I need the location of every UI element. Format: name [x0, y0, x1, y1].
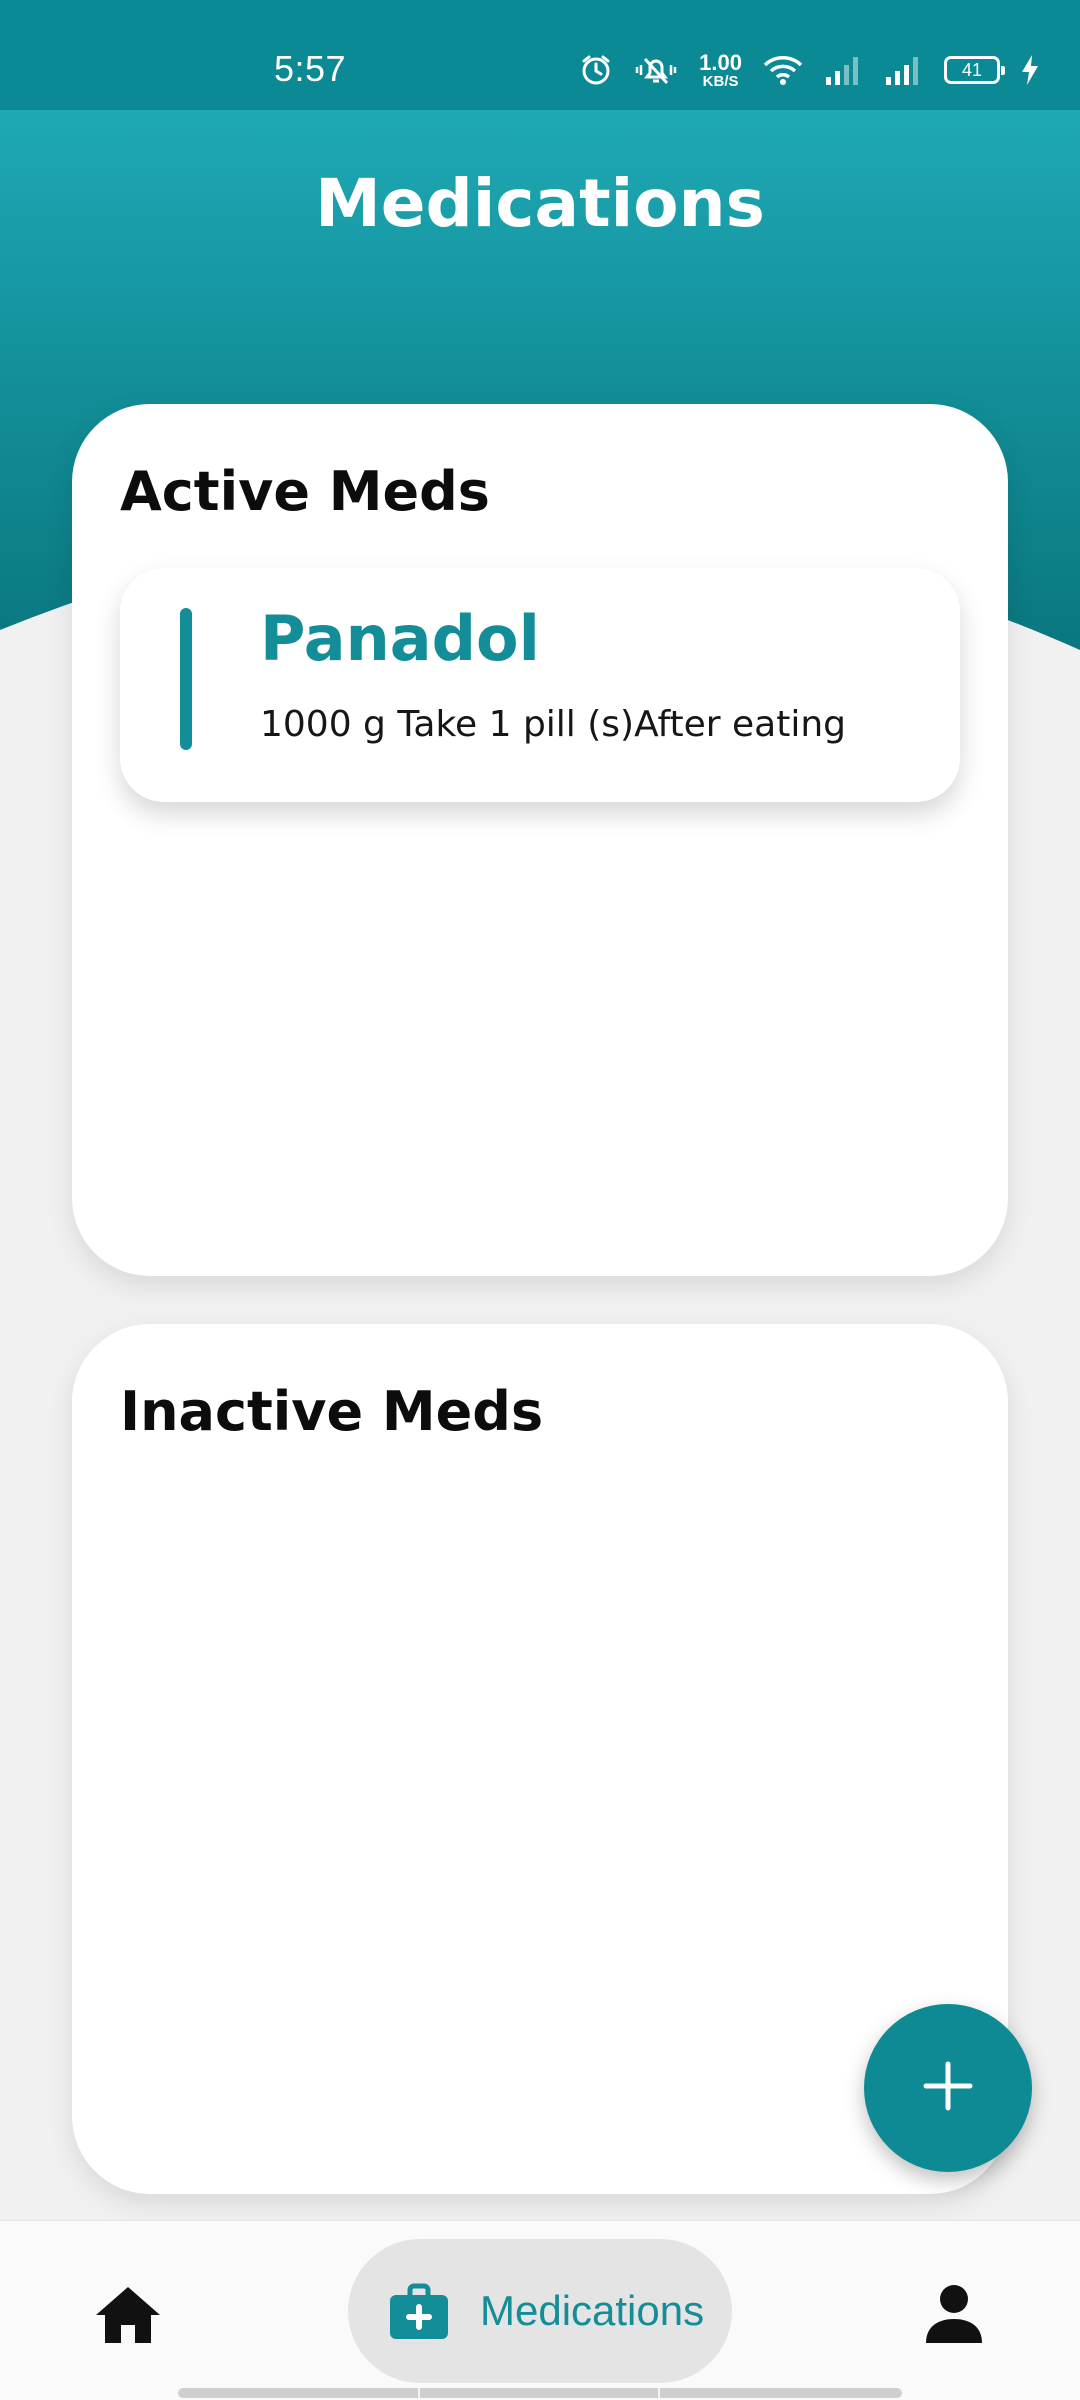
status-time: 5:57	[274, 48, 347, 89]
home-icon	[92, 2287, 164, 2355]
net-speed-value: 1.00	[699, 49, 742, 75]
medical-briefcase-icon	[388, 2281, 450, 2343]
plus-icon	[922, 2060, 974, 2117]
med-name: Panadol	[260, 602, 540, 675]
signal-icon	[824, 53, 864, 87]
wifi-icon	[762, 53, 804, 87]
add-medication-button[interactable]	[864, 2004, 1032, 2172]
net-speed-unit: KB/S	[702, 72, 739, 90]
nav-profile[interactable]	[920, 2279, 988, 2347]
charging-icon	[1020, 53, 1040, 87]
gesture-bar[interactable]	[178, 2388, 902, 2398]
battery-level: 41	[961, 59, 983, 80]
battery-icon: 41	[944, 56, 1005, 84]
active-meds-card: Active Meds Panadol 1000 g Take 1 pill (…	[72, 404, 1008, 1276]
status-bar: 5:57 1.00 KB/S 41	[0, 0, 1080, 110]
nav-home[interactable]	[92, 2279, 164, 2351]
med-item[interactable]: Panadol 1000 g Take 1 pill (s)After eati…	[120, 568, 960, 802]
nav-medications[interactable]: Medications	[348, 2239, 732, 2383]
med-accent-bar	[180, 608, 192, 750]
inactive-meds-title: Inactive Meds	[120, 1380, 544, 1443]
nav-label-clip: Medications	[480, 2279, 722, 2343]
muted-bell-icon	[633, 53, 679, 87]
page-title: Medications	[315, 165, 765, 242]
status-icons: 1.00 KB/S 41	[579, 44, 1040, 96]
signal-icon	[884, 53, 924, 87]
net-speed: 1.00 KB/S	[699, 49, 742, 90]
bottom-nav: Medications	[0, 2220, 1080, 2400]
person-icon	[920, 2285, 988, 2351]
nav-medications-label: Medications	[480, 2287, 705, 2334]
alarm-icon	[579, 53, 613, 87]
med-description: 1000 g Take 1 pill (s)After eating	[260, 704, 846, 745]
active-meds-title: Active Meds	[120, 460, 490, 523]
